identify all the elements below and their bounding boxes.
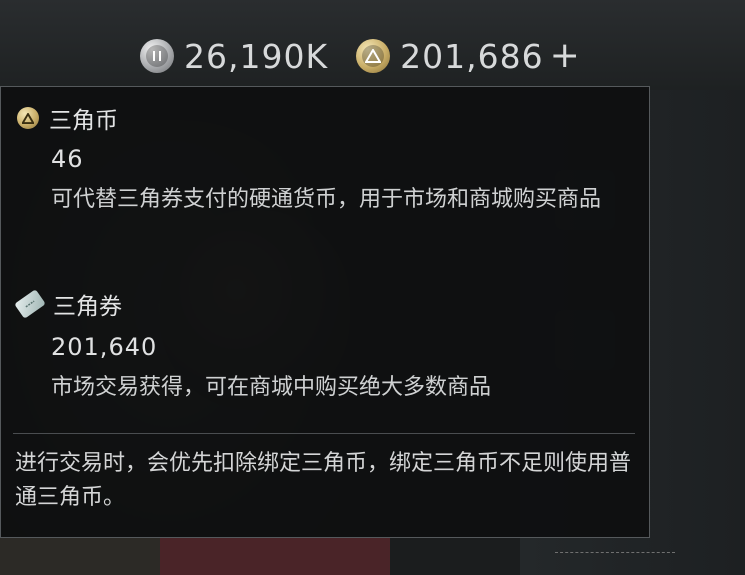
coin-description: 可代替三角券支付的硬通货币，用于市场和商城购买商品 — [51, 187, 602, 212]
silver-coin-icon — [140, 39, 174, 73]
inventory-cell[interactable] — [160, 538, 390, 575]
gold-triangle-coin-icon — [17, 107, 39, 129]
silver-currency-value: 26,190K — [184, 36, 329, 76]
gold-triangle-coin-icon — [356, 39, 391, 73]
ticket-header: 三角券 — [14, 287, 122, 321]
coin-amount: 46 — [51, 145, 84, 173]
coin-title: 三角币 — [49, 108, 118, 134]
currency-bar: 26,190K 201,686 + — [140, 32, 580, 80]
tooltip-divider — [13, 433, 635, 434]
gold-currency[interactable]: 201,686 + — [356, 38, 580, 74]
coin-header: 三角币 — [17, 101, 118, 135]
divider-dashed — [555, 552, 675, 553]
silver-currency[interactable]: 26,190K — [140, 39, 328, 73]
exchange-note: 进行交易时，会优先扣除绑定三角币，绑定三角币不足则使用普通三角币。 — [15, 451, 632, 510]
ticket-title: 三角券 — [53, 294, 122, 320]
ticket-icon — [14, 289, 46, 319]
gold-currency-value: 201,686 — [400, 36, 544, 76]
ticket-amount: 201,640 — [51, 333, 158, 361]
currency-tooltip: 三角币 46 可代替三角券支付的硬通货币，用于市场和商城购买商品 三角券 201… — [0, 86, 650, 538]
inventory-cell[interactable] — [0, 538, 160, 575]
ticket-description: 市场交易获得，可在商城中购买绝大多数商品 — [51, 375, 492, 400]
add-currency-button[interactable]: + — [550, 38, 580, 74]
